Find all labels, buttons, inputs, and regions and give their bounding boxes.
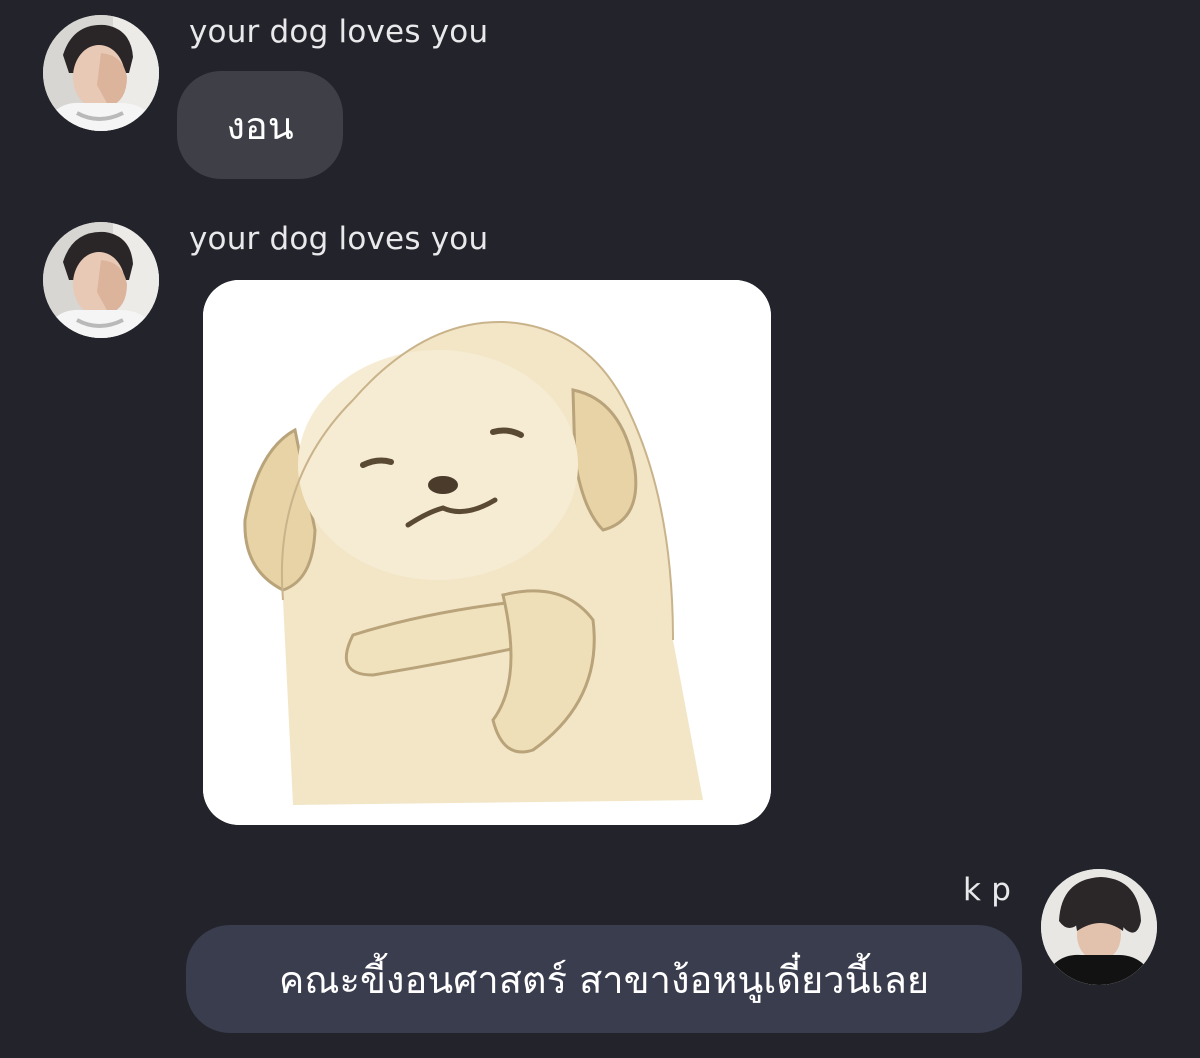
message-bubble[interactable]: คณะขี้งอนศาสตร์ สาขาง้อหนูเดี๋ยวนี้เลย xyxy=(186,925,1022,1033)
user-avatar-icon xyxy=(43,15,159,131)
sender-avatar[interactable] xyxy=(43,15,159,131)
sender-avatar[interactable] xyxy=(1041,869,1157,985)
message-text: คณะขี้งอนศาสตร์ สาขาง้อหนูเดี๋ยวนี้เลย xyxy=(278,957,930,1002)
sticker-message[interactable] xyxy=(203,280,771,825)
sender-avatar[interactable] xyxy=(43,222,159,338)
puppy-arms-crossed-sticker xyxy=(203,280,771,825)
sender-name: your dog loves you xyxy=(189,14,489,50)
user-avatar-icon xyxy=(1041,869,1157,985)
message-bubble[interactable]: งอน xyxy=(177,71,343,179)
message-text: งอน xyxy=(226,103,294,148)
sender-name: k p xyxy=(963,872,1012,908)
user-avatar-icon xyxy=(43,222,159,338)
sender-name: your dog loves you xyxy=(189,221,489,257)
